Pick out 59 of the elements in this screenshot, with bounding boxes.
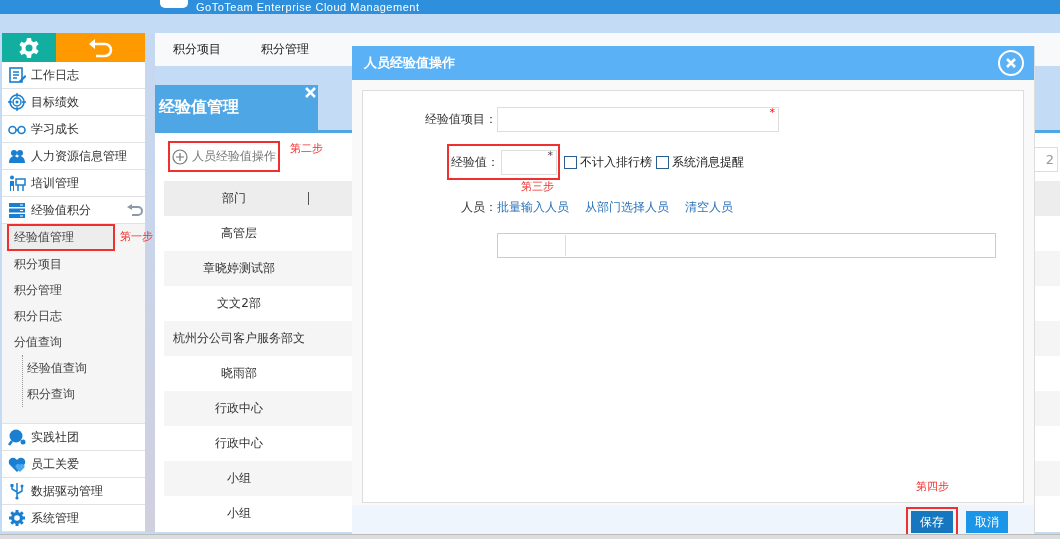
input-field[interactable]: *: [497, 106, 779, 132]
field-label: 经验值项目：: [424, 110, 497, 128]
column-header: 部门: [221, 190, 247, 207]
menu-label: 工作日志: [31, 66, 79, 84]
submenu-item[interactable]: 积分项目: [2, 251, 145, 277]
menu-item[interactable]: 经验值积分: [2, 197, 145, 224]
nav-tab[interactable]: 积分管理: [261, 41, 309, 58]
submenu-item[interactable]: 积分日志: [2, 303, 145, 329]
required-mark: *: [547, 149, 553, 162]
checkbox-label: 系统消息提醒: [672, 153, 744, 171]
table-cell-text: 行政中心: [214, 400, 264, 417]
link[interactable]: 从部门选择人员: [585, 198, 669, 216]
field-label: 经验值：: [450, 153, 499, 171]
menu-item[interactable]: 培训管理: [2, 170, 145, 197]
menu-item[interactable]: 员工关爱: [2, 451, 145, 478]
link[interactable]: 清空人员: [685, 198, 733, 216]
menu-label: 目标绩效: [31, 93, 79, 111]
menu-label: 员工关爱: [31, 455, 79, 473]
step-label: 第二步: [290, 141, 323, 156]
menu-item[interactable]: 数据驱动管理: [2, 478, 145, 505]
table-cell-text: 文文2部: [216, 295, 262, 312]
table-cell-text: 杭州分公司客户服务部文: [172, 330, 306, 347]
table-cell-text: 小组: [226, 505, 252, 522]
table-cell-text: 小组: [226, 470, 252, 487]
field-label: 人员：: [460, 198, 497, 216]
table-cell-text: 章晓婷测试部: [202, 260, 276, 277]
required-mark: *: [769, 106, 775, 119]
checkbox-label: 不计入排行榜: [580, 153, 652, 171]
table-cell-text: 行政中心: [214, 435, 264, 452]
table-cell-text: 晓雨部: [220, 365, 258, 382]
menu-label: 人力资源信息管理: [31, 147, 127, 165]
save-button[interactable]: 保存: [911, 511, 953, 533]
menu-label: 培训管理: [31, 174, 79, 192]
menu-label: 系统管理: [31, 509, 79, 527]
menu-item[interactable]: 实践社团: [2, 424, 145, 451]
dialog-title: 人员经验值操作: [364, 54, 455, 72]
menu-item[interactable]: 学习成长: [2, 116, 145, 143]
link[interactable]: 批量输入人员: [497, 198, 569, 216]
app-title: GoToTeam Enterprise Cloud Management: [196, 1, 420, 13]
menu-label: 实践社团: [31, 428, 79, 446]
table-cell-text: 高管层: [220, 225, 258, 242]
panel-title: 经验值管理: [159, 97, 239, 118]
step-label: 第三步: [521, 179, 554, 194]
submenu-item[interactable]: 经验值管理: [9, 226, 113, 249]
submenu-item[interactable]: 经验值查询: [23, 355, 145, 381]
menu-label: 数据驱动管理: [31, 482, 103, 500]
submenu-item[interactable]: 积分查询: [23, 381, 145, 407]
step-label: 第四步: [916, 479, 949, 494]
nav-tab[interactable]: 积分项目: [173, 41, 221, 58]
menu-item[interactable]: 系统管理: [2, 505, 145, 532]
menu-label: 经验值积分: [31, 201, 91, 219]
submenu-item[interactable]: 积分管理: [2, 277, 145, 303]
step-label: 第一步: [120, 229, 153, 244]
menu-item[interactable]: 目标绩效: [2, 89, 145, 116]
menu-item[interactable]: 人力资源信息管理: [2, 143, 145, 170]
menu-item[interactable]: 工作日志: [2, 62, 145, 89]
submenu-item[interactable]: 分值查询: [2, 329, 145, 355]
input-field[interactable]: *: [501, 149, 557, 175]
menu-label: 学习成长: [31, 120, 79, 138]
